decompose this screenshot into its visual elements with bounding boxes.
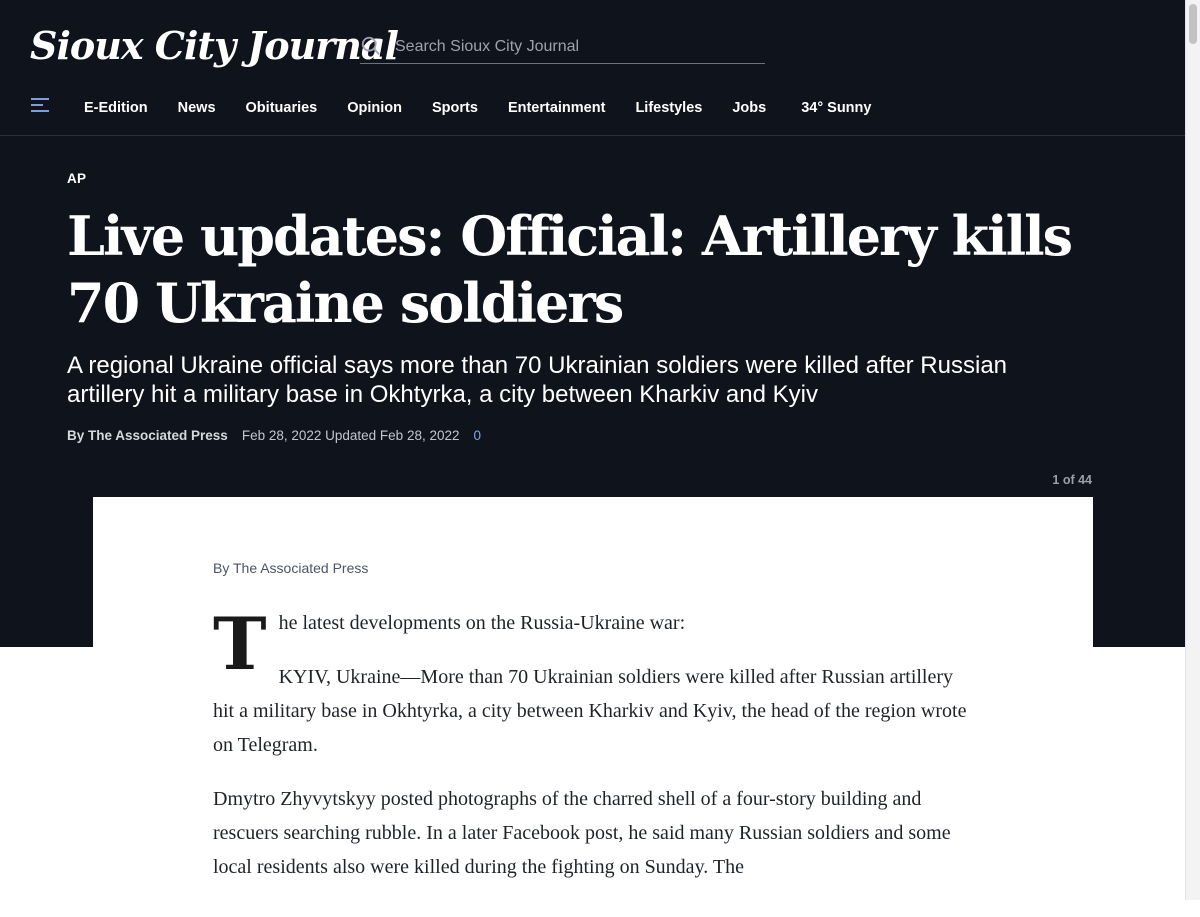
- drop-cap: T: [213, 601, 267, 686]
- comment-count[interactable]: 0: [474, 428, 482, 443]
- scrollbar-thumb[interactable]: [1189, 4, 1197, 44]
- byline-row: By The Associated Press Feb 28, 2022 Upd…: [67, 428, 481, 446]
- search-icon[interactable]: [360, 35, 382, 57]
- paragraph-text: he latest developments on the Russia-Ukr…: [278, 612, 686, 634]
- nav-item-entertainment[interactable]: Entertainment: [508, 100, 606, 116]
- publish-date: Feb 28, 2022 Updated Feb 28, 2022: [241, 428, 460, 443]
- article-image-card: By The Associated Press The latest devel…: [93, 497, 1093, 917]
- article-body: The latest developments on the Russia-Uk…: [213, 606, 973, 904]
- byline-author[interactable]: By The Associated Press: [67, 428, 228, 443]
- search-bar[interactable]: [360, 28, 765, 64]
- article-paragraph: Dmytro Zhyvytskyy posted photographs of …: [213, 788, 951, 878]
- hamburger-menu-icon[interactable]: [31, 98, 49, 116]
- page-scrollbar[interactable]: [1185, 0, 1200, 900]
- nav-item-sports[interactable]: Sports: [432, 100, 478, 116]
- nav-item-news[interactable]: News: [178, 100, 216, 116]
- search-input[interactable]: [393, 33, 757, 61]
- card-byline: By The Associated Press: [213, 560, 369, 576]
- nav-items: E-Edition News Obituaries Opinion Sports…: [84, 80, 901, 135]
- weather-link[interactable]: 34° Sunny: [801, 100, 871, 116]
- nav-item-e-edition[interactable]: E-Edition: [84, 100, 148, 116]
- gallery-counter: 1 of 44: [1052, 473, 1092, 487]
- article-paragraph: KYIV, Ukraine—More than 70 Ukrainian sol…: [213, 666, 967, 756]
- nav-item-obituaries[interactable]: Obituaries: [246, 100, 318, 116]
- site-logo[interactable]: Sioux City Journal: [30, 20, 399, 72]
- article-paragraph: The latest developments on the Russia-Uk…: [213, 606, 973, 680]
- nav-item-opinion[interactable]: Opinion: [347, 100, 402, 116]
- article-subhead: A regional Ukraine official says more th…: [67, 352, 1008, 408]
- nav-item-jobs[interactable]: Jobs: [732, 100, 766, 116]
- nav-item-lifestyles[interactable]: Lifestyles: [635, 100, 702, 116]
- main-nav: E-Edition News Obituaries Opinion Sports…: [0, 80, 1185, 136]
- article-kicker[interactable]: AP: [67, 171, 86, 186]
- article-headline: Live updates: Official: Artillery kills …: [67, 204, 1073, 335]
